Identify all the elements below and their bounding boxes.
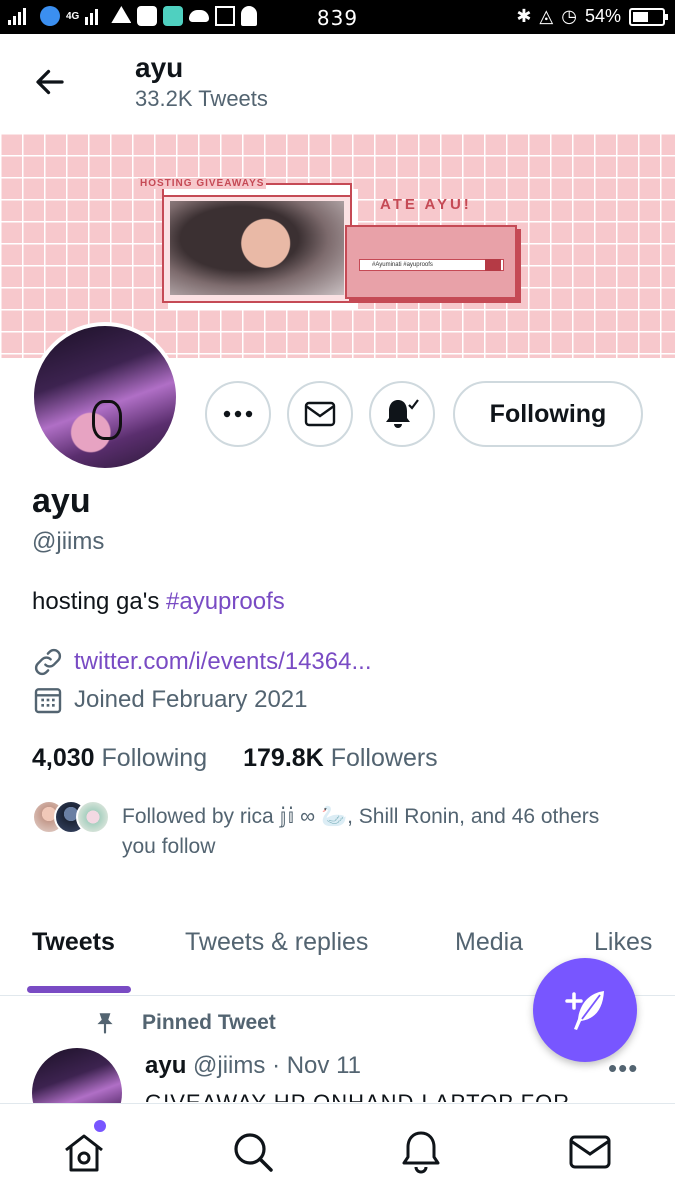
- banner-photo: [170, 201, 344, 295]
- calendar-icon: [34, 688, 62, 714]
- tweet-date: · Nov 11: [272, 1052, 361, 1079]
- tab-tweets-replies[interactable]: Tweets & replies: [185, 928, 368, 957]
- status-bar: 4G 839 ✱ ◬ ◷ 54%: [0, 0, 675, 34]
- arrow-left-icon[interactable]: [32, 64, 68, 100]
- home-icon[interactable]: [60, 1128, 108, 1176]
- active-tab-indicator: [27, 986, 131, 993]
- bell-icon[interactable]: [397, 1128, 445, 1176]
- bell-check-icon: [386, 399, 419, 428]
- pin-icon: [97, 1013, 113, 1034]
- bottom-navigation: [0, 1103, 675, 1200]
- following-count: 4,030: [32, 744, 95, 772]
- banner-search-field: #Ayuminati #ayuproofs: [359, 259, 504, 271]
- profile-handle: @jiims: [32, 528, 105, 555]
- bio-text: hosting ga's: [32, 588, 167, 615]
- tweet-more-button[interactable]: •••: [608, 1053, 638, 1084]
- profile-name: ayu: [32, 482, 91, 520]
- more-button[interactable]: [205, 381, 271, 447]
- mail-icon: [304, 401, 336, 427]
- mail-icon[interactable]: [566, 1128, 614, 1176]
- banner-headline: ATE AYU!: [380, 196, 472, 213]
- profile-link[interactable]: twitter.com/i/events/14364...: [74, 648, 371, 676]
- followed-by-avatars: [32, 800, 110, 834]
- profile-link-row: twitter.com/i/events/14364...: [32, 646, 371, 678]
- link-icon: [34, 648, 62, 676]
- following-label: Following: [101, 744, 208, 772]
- tweet-author[interactable]: ayu: [145, 1052, 186, 1079]
- bio-hashtag-link[interactable]: #ayuproofs: [166, 588, 285, 615]
- battery-percent: 54%: [584, 6, 621, 26]
- banner-search-window: #Ayuminati #ayuproofs: [345, 225, 517, 299]
- banner-search-button: [485, 259, 501, 271]
- following-stat[interactable]: 4,030 Following: [32, 744, 207, 773]
- tab-likes[interactable]: Likes: [594, 928, 652, 957]
- tab-media[interactable]: Media: [455, 928, 523, 957]
- avatar[interactable]: [30, 322, 180, 472]
- pinned-label: Pinned Tweet: [142, 1011, 276, 1034]
- tweet-header: ayu @jiims · Nov 11: [145, 1052, 361, 1080]
- followers-count: 179.8K: [243, 744, 324, 772]
- profile-joined: Joined February 2021: [74, 686, 308, 713]
- alarm-icon: ◷: [561, 6, 577, 26]
- battery-icon: [629, 7, 668, 26]
- feather-plus-icon: [565, 991, 604, 1030]
- pinned-label-row: Pinned Tweet: [92, 1010, 276, 1036]
- notify-button[interactable]: [369, 381, 435, 447]
- followers-label: Followers: [330, 744, 438, 772]
- followers-stat[interactable]: 179.8K Followers: [243, 744, 438, 773]
- header-tweet-count: 33.2K Tweets: [135, 86, 268, 111]
- followed-by-text[interactable]: Followed by rica 𝕛𝕚 ∞ 🦢, Shill Ronin, an…: [122, 802, 632, 862]
- profile-bio: hosting ga's #ayuproofs: [32, 588, 285, 616]
- header-name: ayu: [135, 52, 184, 83]
- banner-photo-window: HOSTING GIVEAWAYS: [138, 178, 352, 303]
- avatar: [76, 800, 110, 834]
- profile-header: ayu 33.2K Tweets: [0, 34, 675, 130]
- home-notification-dot: [94, 1120, 106, 1132]
- profile-joined-row: Joined February 2021: [32, 684, 307, 716]
- tweet-handle: @jiims: [193, 1052, 266, 1079]
- profile-stats: 4,030 Following 179.8K Followers: [32, 744, 438, 773]
- compose-button[interactable]: [533, 958, 637, 1062]
- avatar-glasses: [92, 400, 122, 440]
- tab-tweets[interactable]: Tweets: [32, 928, 115, 957]
- following-button[interactable]: Following: [453, 381, 643, 447]
- message-button[interactable]: [287, 381, 353, 447]
- bluetooth-icon: ✱: [516, 6, 532, 26]
- tweet-text[interactable]: GIVEAWAY HP ONHAND LAPTOP FOR: [145, 1090, 570, 1102]
- more-icon: [223, 410, 253, 418]
- search-icon[interactable]: [229, 1128, 277, 1176]
- banner-window-title: HOSTING GIVEAWAYS: [138, 178, 267, 189]
- mute-icon: ◬: [539, 6, 554, 26]
- status-right-icons: ✱ ◬ ◷ 54%: [516, 6, 668, 27]
